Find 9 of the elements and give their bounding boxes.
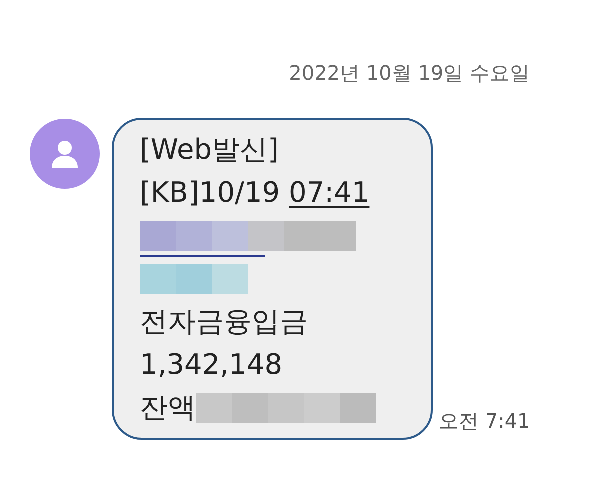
message-text: 1,342,148 — [140, 350, 283, 378]
message-text: [Web발신] — [140, 136, 279, 164]
message-text: 전자금융입금 — [140, 308, 308, 336]
time-link[interactable]: 07:41 — [289, 178, 370, 206]
message-time: 오전 7:41 — [439, 408, 530, 435]
message-text: 잔액 — [140, 394, 196, 422]
person-icon — [51, 139, 79, 169]
date-header: 2022년 10월 19일 수요일 — [289, 60, 530, 87]
message-text: [KB]10/19 — [140, 178, 282, 206]
